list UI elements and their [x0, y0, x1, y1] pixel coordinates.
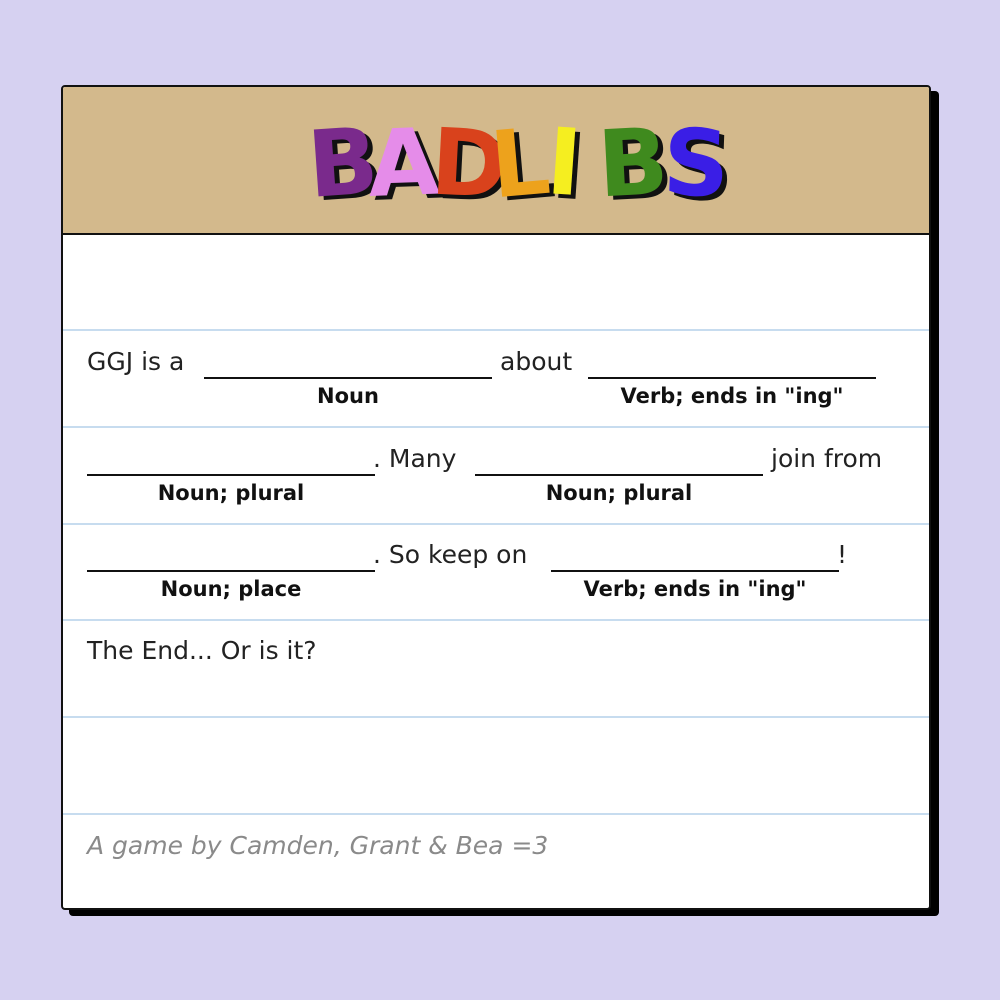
ruled-line — [63, 426, 929, 428]
blank-hint: Verb; ends in "ing" — [620, 384, 844, 408]
ruled-line — [63, 329, 929, 331]
ruled-line — [63, 813, 929, 815]
title-banner: BBAADDLLIIBBSS — [63, 87, 929, 235]
title-letter: S — [661, 109, 731, 218]
ruled-line — [63, 523, 929, 525]
blank-noun-place[interactable] — [87, 570, 375, 572]
blank-noun-plural[interactable] — [475, 474, 763, 476]
blank-hint: Verb; ends in "ing" — [583, 577, 807, 601]
blank-verb-ing[interactable] — [551, 570, 839, 572]
title-letter: B — [595, 108, 671, 219]
story-text: GGJ is a — [87, 347, 185, 376]
story-ending: The End... Or is it? — [87, 636, 317, 665]
story-text: . So keep on — [373, 540, 528, 569]
blank-hint: Noun; plural — [157, 481, 305, 505]
story-text: about — [500, 347, 573, 376]
badlibs-logo: BBAADDLLII BBSS — [304, 107, 736, 223]
blank-noun-plural[interactable] — [87, 474, 375, 476]
credits: A game by Camden, Grant & Bea =3 — [87, 831, 549, 860]
story-text: . Many — [373, 444, 457, 473]
badlibs-card: BBAADDLLIIBBSS GGJ is a about Noun Verb;… — [61, 85, 931, 910]
ruled-line — [63, 716, 929, 718]
story-text: ! — [837, 540, 848, 569]
blank-noun[interactable] — [204, 377, 492, 379]
blank-hint: Noun — [317, 384, 379, 408]
story-text: join from — [771, 444, 883, 473]
blank-verb-ing[interactable] — [588, 377, 876, 379]
blank-hint: Noun; plural — [545, 481, 693, 505]
ruled-line — [63, 619, 929, 621]
blank-hint: Noun; place — [160, 577, 302, 601]
